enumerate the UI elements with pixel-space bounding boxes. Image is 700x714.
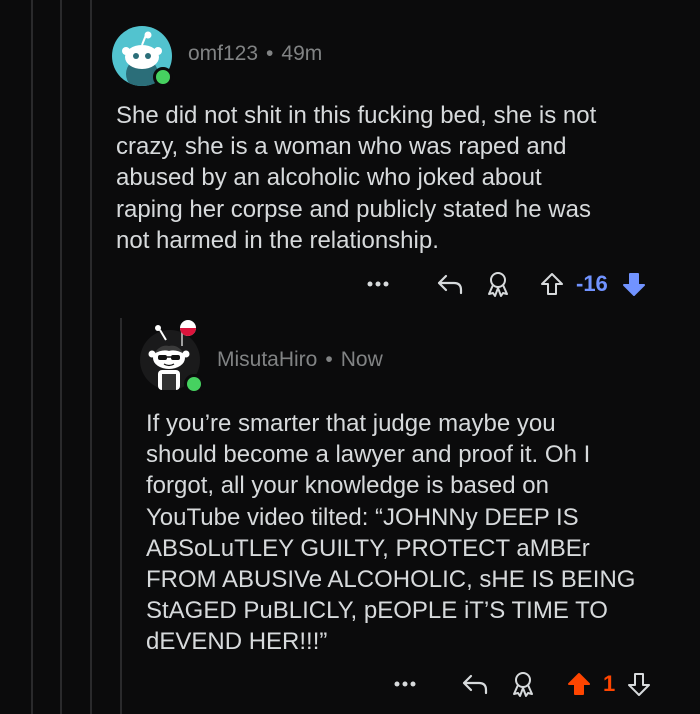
comment-omf123: omf123 • 49m She did not shit in this fu… (0, 0, 700, 318)
downvote-arrow-icon[interactable] (616, 271, 652, 297)
more-options-icon[interactable] (360, 280, 396, 288)
separator-dot: • (266, 42, 274, 65)
more-options-icon[interactable] (387, 680, 423, 688)
vote-score: -16 (576, 271, 608, 296)
reply-icon[interactable] (420, 272, 480, 296)
comment-header: MisutaHiro • Now (217, 348, 383, 372)
comment-actions: -16 (360, 266, 652, 302)
username[interactable]: omf123 (188, 42, 258, 66)
comment-body: If you’re smarter that judge maybe you s… (146, 410, 636, 656)
vote-score: 1 (603, 671, 616, 696)
award-icon[interactable] (505, 670, 541, 698)
online-status-icon (153, 67, 173, 87)
upvote-arrow-icon[interactable] (532, 271, 572, 297)
downvote-arrow-icon[interactable] (621, 671, 657, 697)
online-status-icon (184, 374, 204, 394)
separator-dot: • (325, 348, 333, 371)
username[interactable]: MisutaHiro (217, 348, 317, 372)
upvote-arrow-icon[interactable] (559, 671, 599, 697)
comment-misutahiro: MisutaHiro • Now If you’re smarter that … (0, 318, 700, 714)
comment-actions: 1 (387, 666, 657, 702)
award-icon[interactable] (480, 270, 516, 298)
comment-body: She did not shit in this fucking bed, sh… (116, 102, 597, 254)
timestamp: Now (340, 348, 383, 371)
timestamp: 49m (281, 42, 323, 65)
reply-icon[interactable] (445, 672, 505, 696)
comment-header: omf123 • 49m (188, 42, 322, 66)
